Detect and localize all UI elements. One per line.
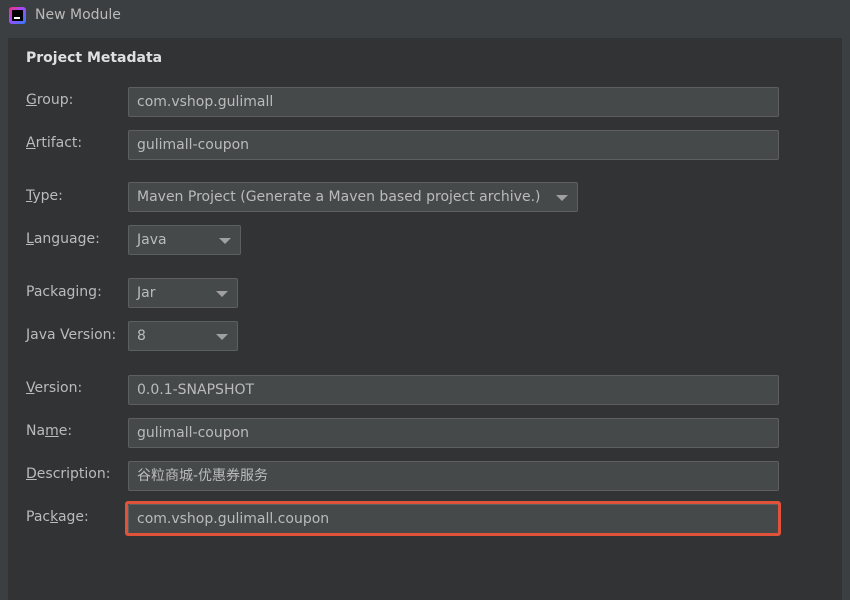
artifact-input[interactable]: gulimall-coupon [128,130,779,160]
type-label: Type: [26,188,63,204]
name-label: Name: [26,423,73,439]
language-select[interactable]: Java [128,225,241,255]
chevron-down-icon [216,334,228,340]
description-label: Description: [26,466,111,482]
section-title: Project Metadata [26,50,163,66]
packaging-label: Packaging: [26,284,102,300]
package-highlight-box [125,501,781,536]
java-version-select-value: 8 [137,328,146,344]
type-select-value: Maven Project (Generate a Maven based pr… [137,189,541,205]
intellij-idea-icon [9,7,26,24]
java-version-select[interactable]: 8 [128,321,238,351]
packaging-select[interactable]: Jar [128,278,238,308]
title-bar: New Module [0,0,850,32]
version-label: Version: [26,380,83,396]
language-select-value: Java [137,232,167,248]
description-input[interactable]: 谷粒商城-优惠券服务 [128,461,779,491]
packaging-select-value: Jar [137,285,156,301]
name-input[interactable]: gulimall-coupon [128,418,779,448]
group-label: Group: [26,92,74,108]
chevron-down-icon [216,291,228,297]
type-select[interactable]: Maven Project (Generate a Maven based pr… [128,182,578,212]
artifact-label: Artifact: [26,135,83,151]
language-label: Language: [26,231,100,247]
chevron-down-icon [219,238,231,244]
group-input[interactable]: com.vshop.gulimall [128,87,779,117]
package-label: Package: [26,509,89,525]
java-version-label: Java Version: [26,327,117,343]
chevron-down-icon [556,195,568,201]
version-input[interactable]: 0.0.1-SNAPSHOT [128,375,779,405]
window-title: New Module [35,7,121,23]
